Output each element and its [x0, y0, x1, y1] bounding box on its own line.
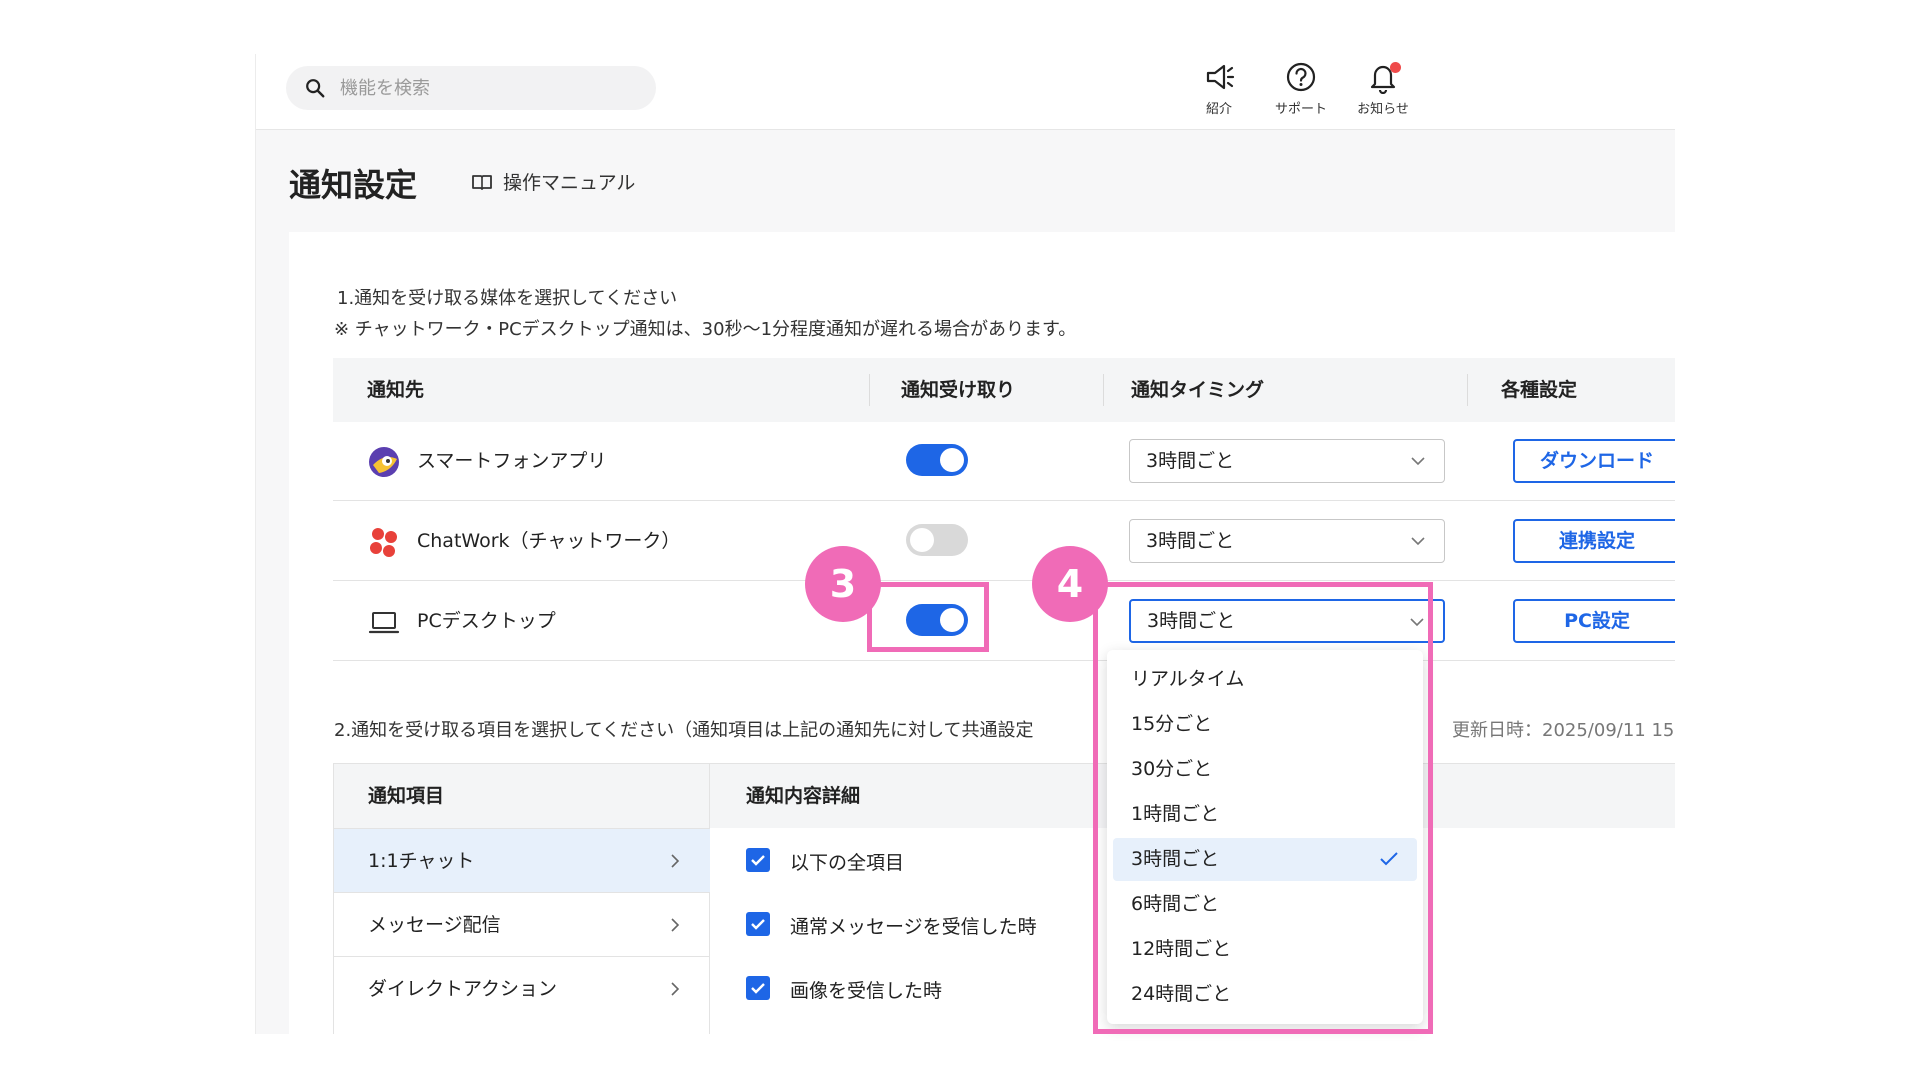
detail-label: 画像を受信した時	[790, 980, 943, 1002]
integration-settings-button[interactable]: 連携設定	[1513, 519, 1675, 563]
chevron-down-icon	[1411, 457, 1425, 466]
toggle-knob	[940, 448, 964, 472]
highlight-box-dropdown	[1093, 582, 1433, 1034]
step-badge-4: 4	[1032, 546, 1108, 622]
chevron-down-icon	[1411, 537, 1425, 546]
row-label: スマートフォンアプリ	[417, 450, 607, 472]
search-input[interactable]	[340, 77, 640, 99]
timing-select[interactable]: 3時間ごと	[1129, 519, 1445, 563]
support-label: サポート	[1274, 102, 1327, 117]
highlight-box-toggle	[867, 582, 989, 652]
col-divider	[869, 374, 870, 406]
notification-dot	[1390, 62, 1401, 73]
introduce-label: 紹介	[1205, 102, 1232, 117]
table-row: スマートフォンアプリ 3時間ごと ダウンロード	[333, 422, 1675, 501]
download-button[interactable]: ダウンロード	[1513, 439, 1675, 483]
smartphone-app-icon	[369, 447, 399, 477]
col-detail: 通知内容詳細	[746, 785, 861, 807]
detail-checkbox[interactable]	[746, 912, 770, 936]
receive-toggle[interactable]	[906, 524, 968, 556]
item-label: 1:1チャット	[368, 850, 475, 872]
step-badge-3: 3	[805, 546, 881, 622]
search-icon	[306, 79, 325, 98]
manual-link-label: 操作マニュアル	[503, 172, 636, 194]
item-label: メッセージ配信	[368, 914, 501, 936]
item-list: 1:1チャット メッセージ配信 ダイレクトアクション	[334, 764, 710, 1034]
help-icon	[1286, 62, 1316, 92]
receive-toggle[interactable]	[906, 444, 968, 476]
col-destination: 通知先	[367, 379, 425, 401]
top-header: 紹介 サポート お知らせ	[256, 54, 1675, 130]
list-item[interactable]: 1:1チャット	[334, 828, 710, 892]
section1-instruction: 1.通知を受け取る媒体を選択してください	[337, 288, 678, 309]
row-label: PCデスクトップ	[417, 610, 556, 632]
chatwork-icon	[370, 528, 397, 557]
list-item[interactable]: メッセージ配信	[334, 892, 710, 956]
table1-header: 通知先 通知受け取り 通知タイミング 各種設定	[333, 358, 1675, 422]
check-icon	[751, 919, 765, 930]
detail-label: 通常メッセージを受信した時	[790, 916, 1037, 938]
book-icon	[472, 174, 492, 190]
detail-label: 以下の全項目	[790, 852, 905, 874]
row-label: ChatWork（チャットワーク）	[417, 530, 681, 552]
app-window: 紹介 サポート お知らせ 通知設定 操作マニュアル 1.通知を受け取る媒体を選択…	[255, 54, 1675, 1034]
col-divider	[1467, 374, 1468, 406]
section2-instruction: 2.通知を受け取る項目を選択してください（通知項目は上記の通知先に対して共通設定	[334, 720, 1034, 741]
news-button[interactable]: お知らせ	[1348, 60, 1418, 122]
toggle-knob	[910, 528, 934, 552]
pc-settings-button[interactable]: PC設定	[1513, 599, 1675, 643]
chevron-right-icon	[671, 918, 680, 932]
manual-link[interactable]: 操作マニュアル	[471, 168, 635, 195]
news-label: お知らせ	[1357, 102, 1409, 117]
updated-timestamp: 更新日時：2025/09/11 15:2	[1452, 720, 1675, 741]
col-settings: 各種設定	[1501, 379, 1578, 401]
detail-checkbox[interactable]	[746, 976, 770, 1000]
search-bar[interactable]	[286, 66, 656, 110]
list-item[interactable]: ダイレクトアクション	[334, 956, 710, 1020]
notification-items-table: 通知項目 通知内容詳細 1:1チャット メッセージ配信 ダイレクトアクション 以…	[333, 763, 1675, 1034]
introduce-button[interactable]: 紹介	[1184, 60, 1254, 122]
detail-checkbox[interactable]	[746, 848, 770, 872]
check-icon	[751, 855, 765, 866]
chevron-right-icon	[671, 982, 680, 996]
table-row: PCデスクトップ 3時間ごと PC設定	[333, 582, 1675, 661]
timing-value: 3時間ごと	[1146, 530, 1235, 552]
support-button[interactable]: サポート	[1266, 60, 1336, 122]
section1-note: ※ チャットワーク・PCデスクトップ通知は、30秒〜1分程度通知が遅れる場合があ…	[334, 319, 1077, 340]
chevron-right-icon	[671, 854, 680, 868]
page-title: 通知設定	[289, 166, 418, 204]
timing-select[interactable]: 3時間ごと	[1129, 439, 1445, 483]
timing-value: 3時間ごと	[1146, 450, 1235, 472]
table-row: ChatWork（チャットワーク） 3時間ごと 連携設定	[333, 502, 1675, 581]
check-icon	[751, 983, 765, 994]
col-timing: 通知タイミング	[1131, 379, 1265, 401]
laptop-icon	[368, 612, 400, 634]
col-divider	[1103, 374, 1104, 406]
item-label: ダイレクトアクション	[368, 978, 558, 1000]
col-receive: 通知受け取り	[901, 379, 1016, 401]
megaphone-icon	[1206, 64, 1235, 90]
